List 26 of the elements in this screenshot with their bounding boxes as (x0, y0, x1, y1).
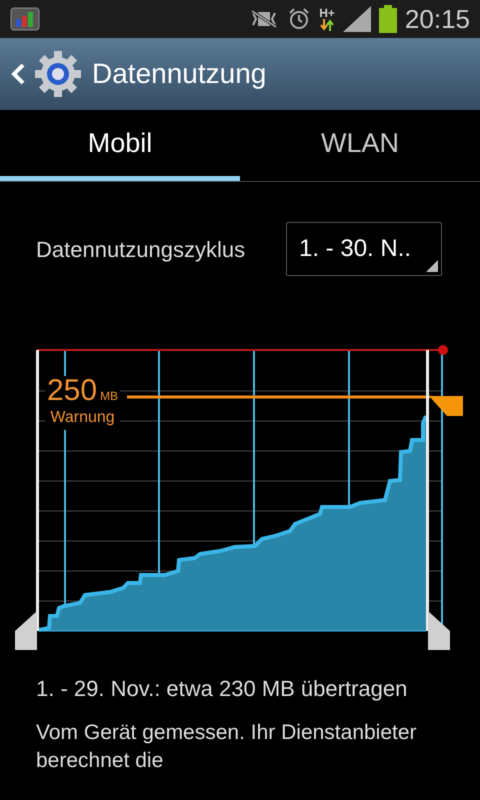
cycle-start-handle[interactable] (15, 350, 39, 650)
warning-unit: MB (100, 388, 118, 405)
battery-icon (378, 5, 397, 33)
bar-chart-icon (10, 7, 40, 31)
alarm-icon (287, 7, 312, 31)
measurement-note: Vom Gerät gemessen. Ihr Dienstanbieter berechnet die (35, 720, 418, 774)
warning-value: 250 (47, 376, 98, 406)
warning-handle[interactable] (429, 396, 463, 416)
tab[interactable]: Mobil (0, 110, 240, 181)
cycle-label: Datennutzungszyklus (36, 236, 246, 264)
clock: 20:15 (404, 2, 470, 36)
data-arrows-icon (320, 19, 334, 31)
signal-icon (342, 6, 371, 32)
vibrate-mute-icon (249, 9, 280, 29)
screen-title: Datennutzung (92, 57, 266, 91)
cycle-end-handle[interactable] (426, 350, 450, 650)
warning-label: Warnung (50, 408, 115, 428)
back-chevron-icon (10, 62, 26, 86)
tab[interactable]: WLAN (240, 110, 480, 181)
network-type: H+ (319, 7, 335, 19)
back-button[interactable] (10, 50, 82, 98)
cycle-dropdown[interactable]: 1. - 30. N.. (286, 222, 442, 276)
usage-summary: 1. - 29. Nov.: etwa 230 MB übertragen (35, 675, 408, 703)
limit-handle[interactable] (438, 345, 448, 355)
gear-icon (34, 50, 82, 98)
dropdown-corner-icon (426, 260, 438, 272)
